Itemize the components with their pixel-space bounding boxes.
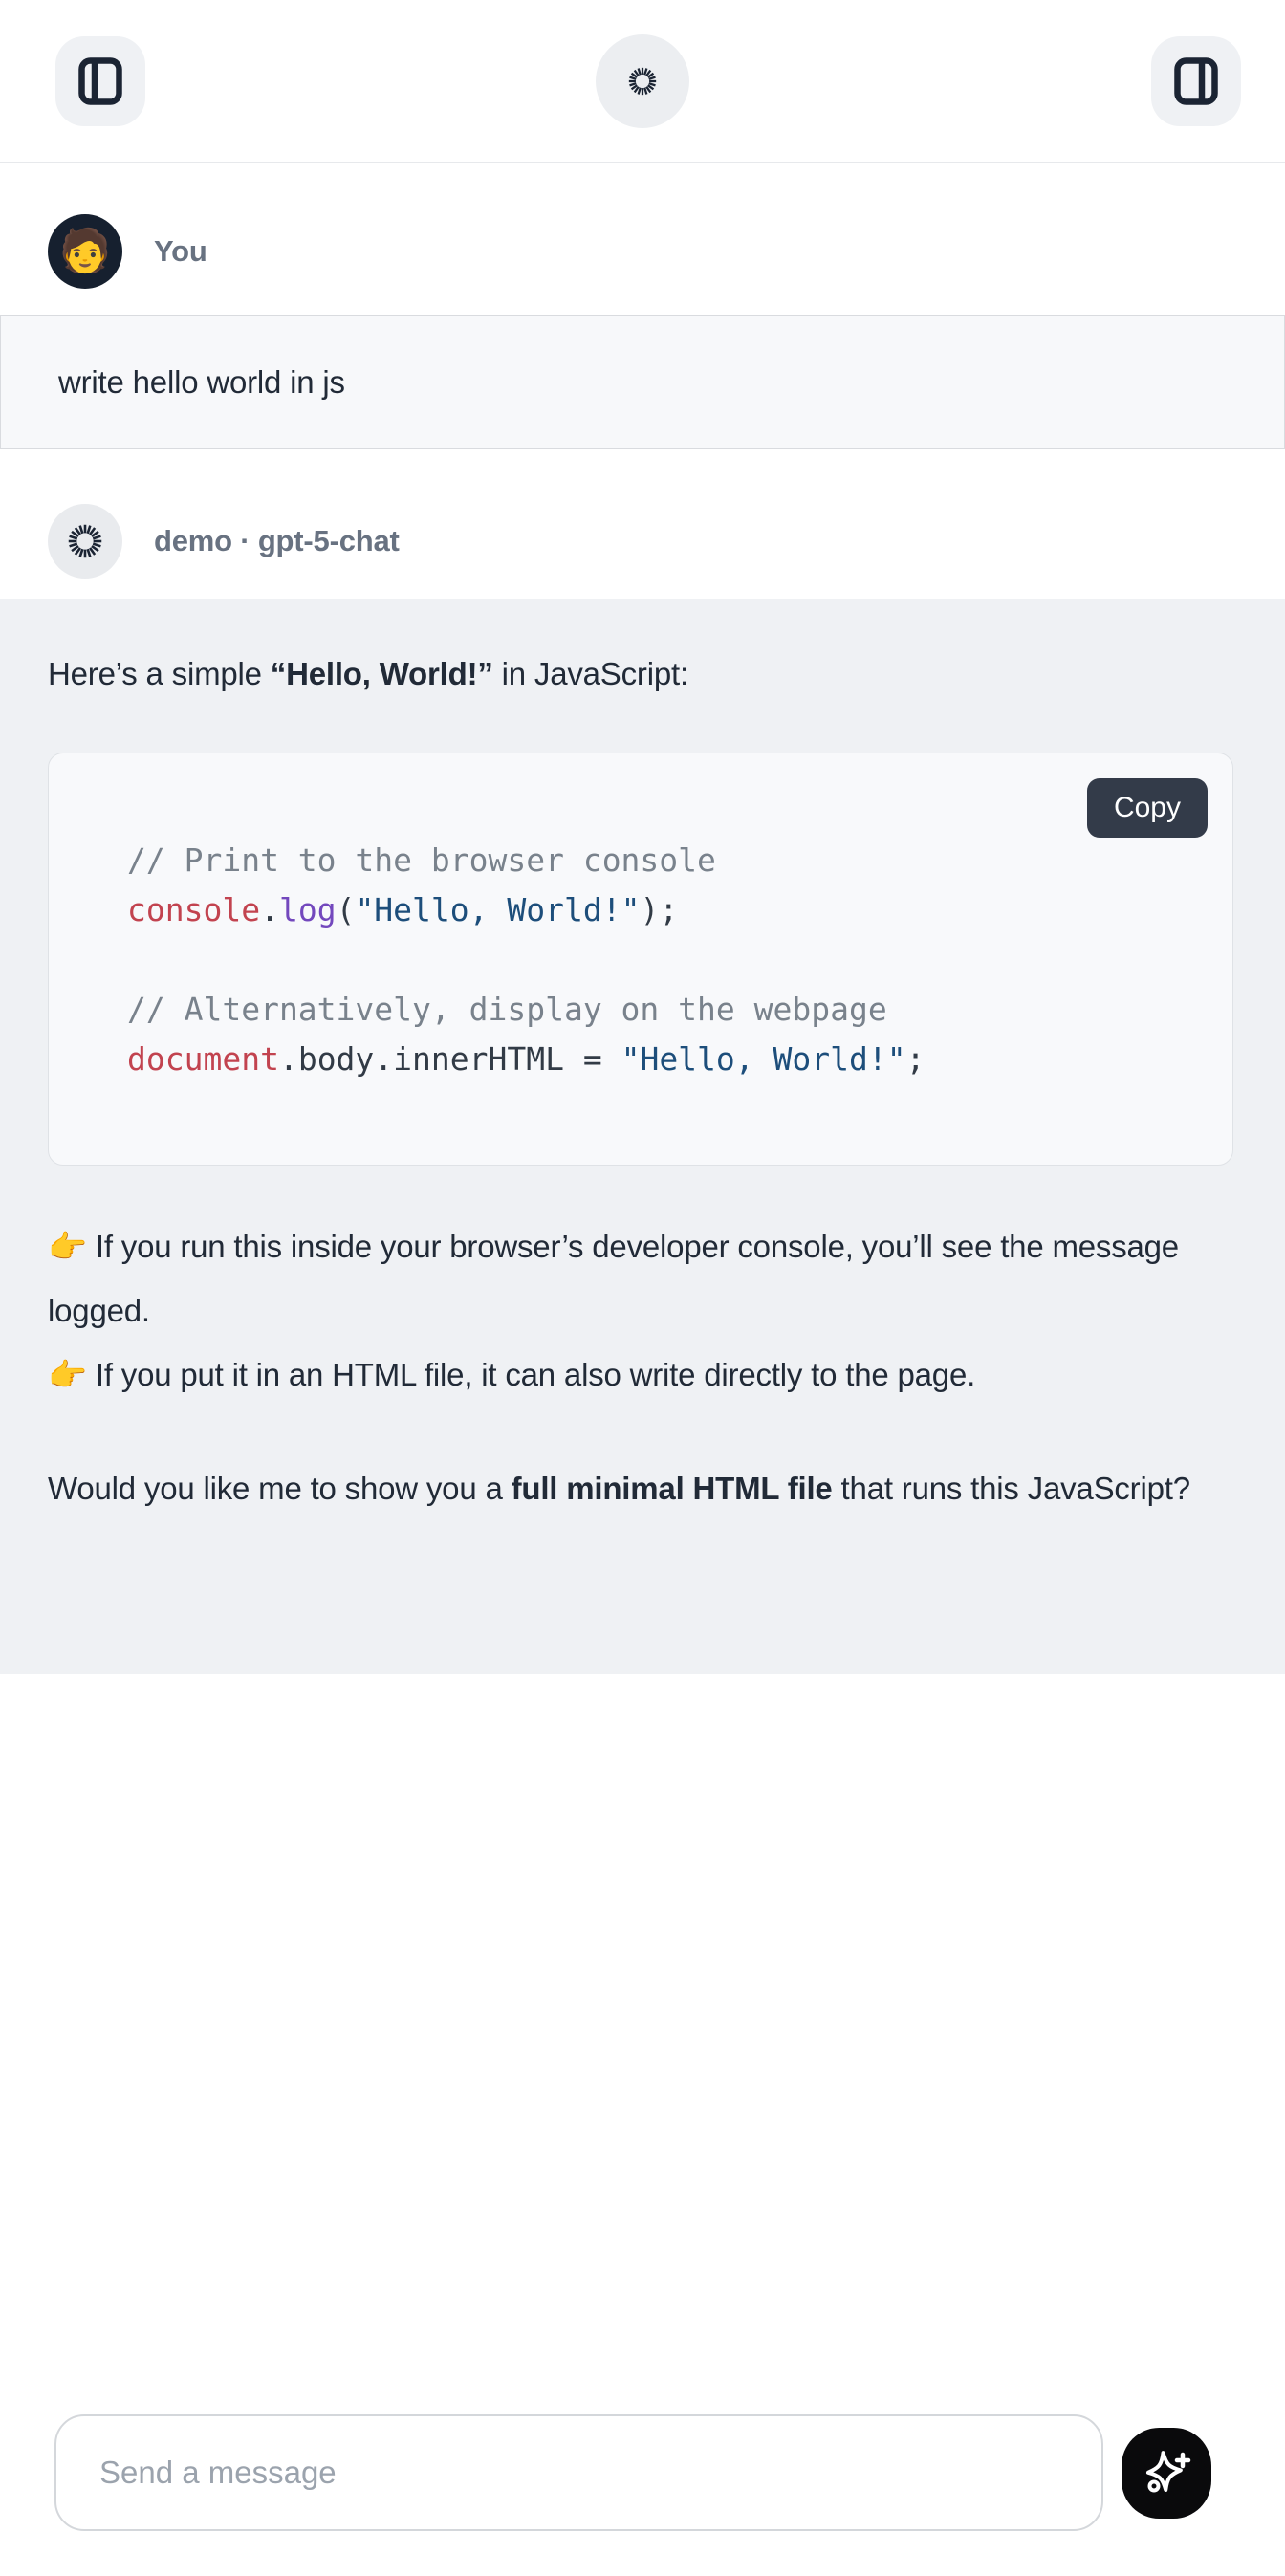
sparkle-icon bbox=[1142, 2448, 1191, 2498]
assistant-message: demo · gpt-5-chat Here’s a simple “Hello… bbox=[0, 504, 1285, 1674]
starburst-logo-icon bbox=[63, 519, 107, 563]
send-button[interactable] bbox=[1122, 2428, 1211, 2519]
app-logo-button[interactable] bbox=[596, 34, 689, 128]
user-author-row: 🧑 You bbox=[0, 214, 1285, 289]
user-message: 🧑 You write hello world in js bbox=[0, 214, 1285, 449]
user-message-bubble: write hello world in js bbox=[0, 315, 1285, 449]
message-input[interactable] bbox=[54, 2414, 1103, 2531]
top-bar bbox=[0, 0, 1285, 163]
user-author-label: You bbox=[154, 234, 207, 269]
user-message-text: write hello world in js bbox=[58, 364, 345, 401]
assistant-author-label: demo · gpt-5-chat bbox=[154, 524, 400, 558]
assistant-author-row: demo · gpt-5-chat bbox=[0, 504, 1285, 579]
assistant-intro-text: Here’s a simple “Hello, World!” in JavaS… bbox=[48, 599, 1237, 696]
user-avatar: 🧑 bbox=[48, 214, 122, 289]
panel-left-icon bbox=[78, 57, 122, 105]
copy-code-button[interactable]: Copy bbox=[1087, 778, 1208, 838]
assistant-avatar bbox=[48, 504, 122, 579]
starburst-logo-icon bbox=[623, 62, 662, 100]
assistant-message-body: Here’s a simple “Hello, World!” in JavaS… bbox=[0, 599, 1285, 1674]
composer-bar bbox=[0, 2369, 1285, 2576]
panel-right-icon bbox=[1174, 57, 1218, 105]
sidebar-toggle-button[interactable] bbox=[55, 36, 145, 126]
code-block: Copy // Print to the browser consolecons… bbox=[48, 753, 1233, 1166]
assistant-question-text: Would you like me to show you a full min… bbox=[48, 1456, 1237, 1520]
person-emoji-icon: 🧑 bbox=[59, 230, 112, 273]
assistant-tips-text: 👉 If you run this inside your browser’s … bbox=[48, 1214, 1237, 1407]
right-panel-toggle-button[interactable] bbox=[1151, 36, 1241, 126]
code-content: // Print to the browser consoleconsole.l… bbox=[49, 753, 1232, 1084]
